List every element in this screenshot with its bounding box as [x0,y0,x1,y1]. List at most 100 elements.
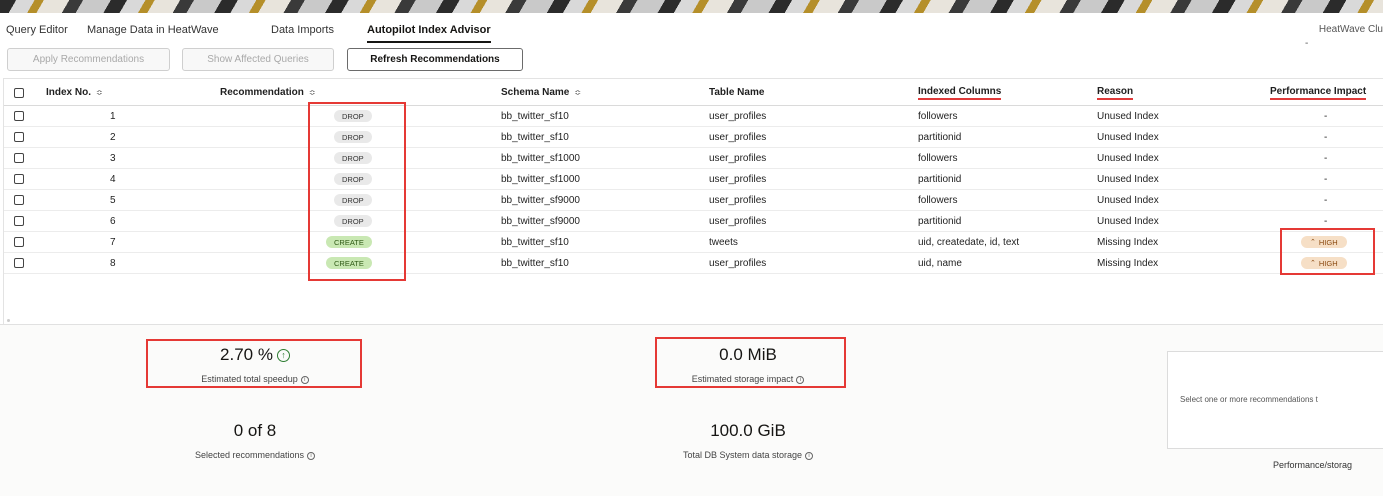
row-checkbox[interactable] [14,232,24,252]
row-checkbox[interactable] [14,148,24,168]
tab-autopilot-index-advisor[interactable]: Autopilot Index Advisor [367,24,491,43]
total-storage-value: 100.0 GiB [710,421,786,440]
schema-name-cell: bb_twitter_sf10 [501,110,569,122]
table-row[interactable]: 2 DROP bb_twitter_sf10 user_profiles par… [4,127,1383,148]
table-name-cell: user_profiles [709,173,767,185]
table-row[interactable]: 5 DROP bb_twitter_sf9000 user_profiles f… [4,190,1383,211]
toolbar: Apply Recommendations Show Affected Quer… [0,48,1383,72]
row-checkbox[interactable] [14,211,24,231]
speedup-value: 2.70 % [220,345,273,364]
column-header-reason[interactable]: Reason [1097,79,1134,106]
chevron-up-icon: ⌃ [1310,239,1316,246]
schema-name-cell: bb_twitter_sf1000 [501,173,580,185]
recommendation-cell: DROP [334,127,372,147]
storage-impact-value: 0.0 MiB [719,345,777,364]
arrow-up-circle-icon: ↑ [276,348,290,362]
schema-name-cell: bb_twitter_sf9000 [501,215,580,227]
schema-name-cell: bb_twitter_sf10 [501,257,569,269]
tab-query-editor[interactable]: Query Editor [6,24,68,36]
schema-name-cell: bb_twitter_sf1000 [501,152,580,164]
performance-impact-cell: - [1324,110,1328,122]
row-checkbox[interactable] [14,190,24,210]
storage-impact-label: Estimated storage impact [691,374,794,384]
reason-cell: Missing Index [1097,257,1159,269]
indexed-columns-cell: partitionid [918,215,962,227]
total-storage-metric: 100.0 GiB Total DB System data storage i [648,421,848,460]
performance-impact-cell: - [1324,194,1328,206]
empty-selection-message: Select one or more recommendations t [1180,395,1318,404]
schema-name-cell: bb_twitter_sf9000 [501,194,580,206]
speedup-metric: 2.70 % ↑ Estimated total speedup i [150,345,360,384]
reason-cell: Unused Index [1097,215,1159,227]
show-affected-queries-button[interactable]: Show Affected Queries [182,48,334,71]
column-header-performance-impact[interactable]: Performance Impact [1270,79,1367,106]
recommendations-table: Index No. ≎ Recommendation ≎ Schema Name ≎ … [3,78,1383,326]
selected-recommendations-value: 0 of 8 [233,421,277,440]
sort-icon[interactable]: ≎ [309,88,316,97]
row-checkbox[interactable] [14,106,24,126]
index-no-cell: 2 [110,131,116,143]
tab-data-imports[interactable]: Data Imports [271,24,334,36]
row-checkbox[interactable] [14,169,24,189]
column-header-recommendation[interactable]: Recommendation ≎ [220,79,316,106]
column-header-table-name[interactable]: Table Name [709,79,764,106]
column-header-index-no[interactable]: Index No. ≎ [46,79,103,106]
recommendation-badge: CREATE [326,257,372,269]
column-header-schema-name[interactable]: Schema Name ≎ [501,79,581,106]
selected-recommendations-label: Selected recommendations [194,450,305,460]
tab-bar: Query Editor Manage Data in HeatWave Dat… [0,13,1383,49]
table-name-cell: user_profiles [709,152,767,164]
recommendation-cell: DROP [334,148,372,168]
table-row[interactable]: 4 DROP bb_twitter_sf1000 user_profiles p… [4,169,1383,190]
info-icon[interactable]: i [307,452,316,460]
tab-manage-data[interactable]: Manage Data in HeatWave [87,24,219,36]
index-no-cell: 7 [110,236,116,248]
row-checkbox[interactable] [14,127,24,147]
recommendation-badge: DROP [334,173,372,185]
schema-name-cell: bb_twitter_sf10 [501,131,569,143]
recommendation-badge: DROP [334,194,372,206]
info-icon[interactable]: i [805,452,814,460]
recommendation-cell: CREATE [326,253,372,273]
performance-impact-cell: - [1324,173,1328,185]
recommendation-cell: CREATE [326,232,372,252]
sort-icon[interactable]: ≎ [574,88,581,97]
indexed-columns-cell: uid, name [918,257,962,269]
performance-impact-cell: - [1324,215,1328,227]
table-row[interactable]: 8 CREATE bb_twitter_sf10 user_profiles u… [4,253,1383,274]
recommendation-badge: DROP [334,152,372,164]
table-name-cell: user_profiles [709,131,767,143]
apply-recommendations-button[interactable]: Apply Recommendations [7,48,170,71]
row-checkbox[interactable] [14,253,24,273]
impact-badge: ⌃ HIGH [1301,236,1347,248]
table-name-cell: tweets [709,236,738,248]
recommendation-cell: DROP [334,211,372,231]
refresh-recommendations-button[interactable]: Refresh Recommendations [347,48,523,71]
header-banner [0,0,1383,13]
heatwave-cluster-label: HeatWave Clu [1318,24,1383,35]
storage-impact-metric: 0.0 MiB Estimated storage impact i [658,345,838,384]
info-icon[interactable]: i [796,376,805,384]
indexed-columns-cell: uid, createdate, id, text [918,236,1020,248]
indexed-columns-cell: followers [918,110,958,122]
table-name-cell: user_profiles [709,194,767,206]
recommendation-badge: DROP [334,131,372,143]
index-no-cell: 8 [110,257,116,269]
reason-cell: Unused Index [1097,173,1159,185]
sort-icon[interactable]: ≎ [96,88,103,97]
reason-cell: Unused Index [1097,152,1159,164]
index-no-cell: 6 [110,215,116,227]
table-row[interactable]: 1 DROP bb_twitter_sf10 user_profiles fol… [4,106,1383,127]
index-no-cell: 1 [110,110,116,122]
table-row[interactable]: 7 CREATE bb_twitter_sf10 tweets uid, cre… [4,232,1383,253]
performance-impact-cell: - [1324,131,1328,143]
info-icon[interactable]: i [300,376,309,384]
column-header-indexed-columns[interactable]: Indexed Columns [918,79,1002,106]
performance-impact-cell: ⌃ HIGH [1301,232,1347,252]
table-row[interactable]: 3 DROP bb_twitter_sf1000 user_profiles f… [4,148,1383,169]
index-no-cell: 5 [110,194,116,206]
select-all-checkbox[interactable] [14,79,24,106]
indexed-columns-cell: partitionid [918,131,962,143]
table-name-cell: user_profiles [709,257,767,269]
table-row[interactable]: 6 DROP bb_twitter_sf9000 user_profiles p… [4,211,1383,232]
